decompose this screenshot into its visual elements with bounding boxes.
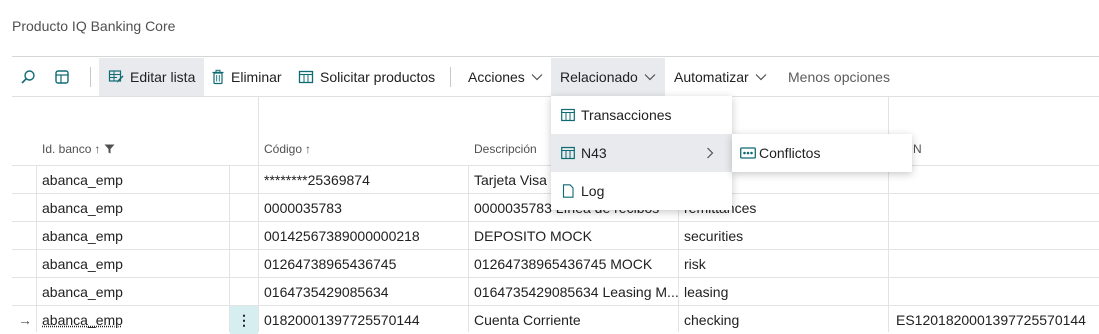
- description-cell: 01264738965436745 MOCK: [474, 256, 653, 272]
- chevron-down-icon: [531, 74, 543, 81]
- table-row[interactable]: abanca_emp 00142567389000000218 DEPOSITO…: [12, 221, 1099, 250]
- description-cell: Cuenta Corriente: [474, 312, 581, 328]
- delete-button[interactable]: Eliminar: [211, 58, 282, 96]
- bank-id-cell: abanca_emp: [42, 228, 123, 244]
- actions-label: Acciones: [468, 69, 525, 85]
- table-row[interactable]: abanca_emp 01264738965436745 01264738965…: [12, 249, 1099, 278]
- search-button[interactable]: [20, 58, 40, 96]
- bank-id-cell: abanca_emp: [42, 284, 123, 300]
- row-actions-ellipsis-icon[interactable]: ⋮: [230, 306, 258, 334]
- menu-item-log[interactable]: Log: [551, 172, 732, 210]
- edit-list-icon: [108, 70, 124, 83]
- column-header-description[interactable]: Descripción: [474, 142, 537, 156]
- document-icon: [562, 184, 574, 198]
- actions-menu-button[interactable]: Acciones: [468, 58, 543, 96]
- conflicts-icon: [740, 147, 756, 159]
- table-icon: [561, 108, 575, 122]
- bank-id-cell: abanca_emp: [42, 172, 123, 188]
- related-label: Relacionado: [560, 69, 638, 85]
- delete-label: Eliminar: [231, 69, 282, 85]
- type-cell: securities: [684, 228, 744, 244]
- table-row-selected[interactable]: → abanca_emp ⋮ 01820001397725570144 Cuen…: [12, 305, 1099, 334]
- code-cell: 0164735429085634: [264, 284, 389, 300]
- view-layout-icon: [55, 70, 69, 84]
- filter-icon: [104, 144, 115, 154]
- code-cell: ********25369874: [264, 172, 370, 188]
- menu-item-conflicts[interactable]: Conflictos: [732, 134, 912, 172]
- request-products-button[interactable]: Solicitar productos: [298, 58, 435, 96]
- bank-id-cell: abanca_emp: [42, 200, 123, 216]
- current-row-arrow-icon: →: [18, 312, 32, 328]
- search-icon: [21, 70, 35, 84]
- page-title: Producto IQ Banking Core: [12, 18, 176, 34]
- chevron-down-icon: [755, 74, 767, 81]
- column-header-code[interactable]: Código ↑: [264, 142, 311, 156]
- menu-item-transactions[interactable]: Transacciones: [551, 96, 732, 134]
- iban-cell: ES1201820001397725570144: [896, 312, 1086, 328]
- column-header-n[interactable]: N: [913, 142, 922, 156]
- fewer-options-label: Menos opciones: [788, 69, 890, 85]
- columns-icon: [298, 70, 314, 84]
- sort-ascending-icon: ↑: [305, 142, 312, 156]
- table-row[interactable]: abanca_emp 0164735429085634 016473542908…: [12, 277, 1099, 306]
- type-cell: checking: [684, 312, 740, 328]
- request-products-label: Solicitar productos: [320, 69, 436, 85]
- sort-ascending-icon: ↑: [94, 142, 101, 156]
- description-cell: 0164735429085634 Leasing M...: [474, 284, 678, 300]
- edit-list-button[interactable]: Editar lista: [99, 58, 205, 96]
- n43-submenu: Conflictos: [732, 134, 912, 172]
- trash-icon: [212, 69, 224, 85]
- type-cell: risk: [684, 256, 706, 272]
- chevron-right-icon: [707, 147, 714, 159]
- code-cell: 00142567389000000218: [264, 228, 420, 244]
- bank-id-cell: abanca_emp: [42, 256, 123, 272]
- type-cell: leasing: [684, 284, 729, 300]
- table-icon: [561, 146, 575, 160]
- action-bar: Editar lista Eliminar Solicitar producto…: [12, 58, 1099, 96]
- fewer-options-button[interactable]: Menos opciones: [788, 58, 890, 96]
- automate-menu-button[interactable]: Automatizar: [674, 58, 767, 96]
- column-header-bank-id[interactable]: Id. banco ↑: [42, 142, 115, 156]
- automate-label: Automatizar: [674, 69, 749, 85]
- toolbar-separator: [90, 67, 91, 87]
- bank-id-cell[interactable]: abanca_emp: [42, 306, 123, 334]
- related-dropdown-menu: Transacciones N43 Log: [551, 96, 732, 210]
- description-cell: DEPOSITO MOCK: [474, 228, 592, 244]
- view-layout-button[interactable]: [54, 58, 74, 96]
- menu-item-n43[interactable]: N43: [551, 134, 732, 172]
- related-menu-button[interactable]: Relacionado: [551, 58, 665, 96]
- code-cell: 01820001397725570144: [264, 312, 420, 328]
- code-cell: 0000035783: [264, 200, 342, 216]
- toolbar-separator: [450, 67, 451, 87]
- code-cell: 01264738965436745: [264, 256, 397, 272]
- chevron-down-icon: [644, 74, 656, 81]
- toolbar-divider: [12, 56, 1099, 57]
- edit-list-label: Editar lista: [130, 69, 196, 85]
